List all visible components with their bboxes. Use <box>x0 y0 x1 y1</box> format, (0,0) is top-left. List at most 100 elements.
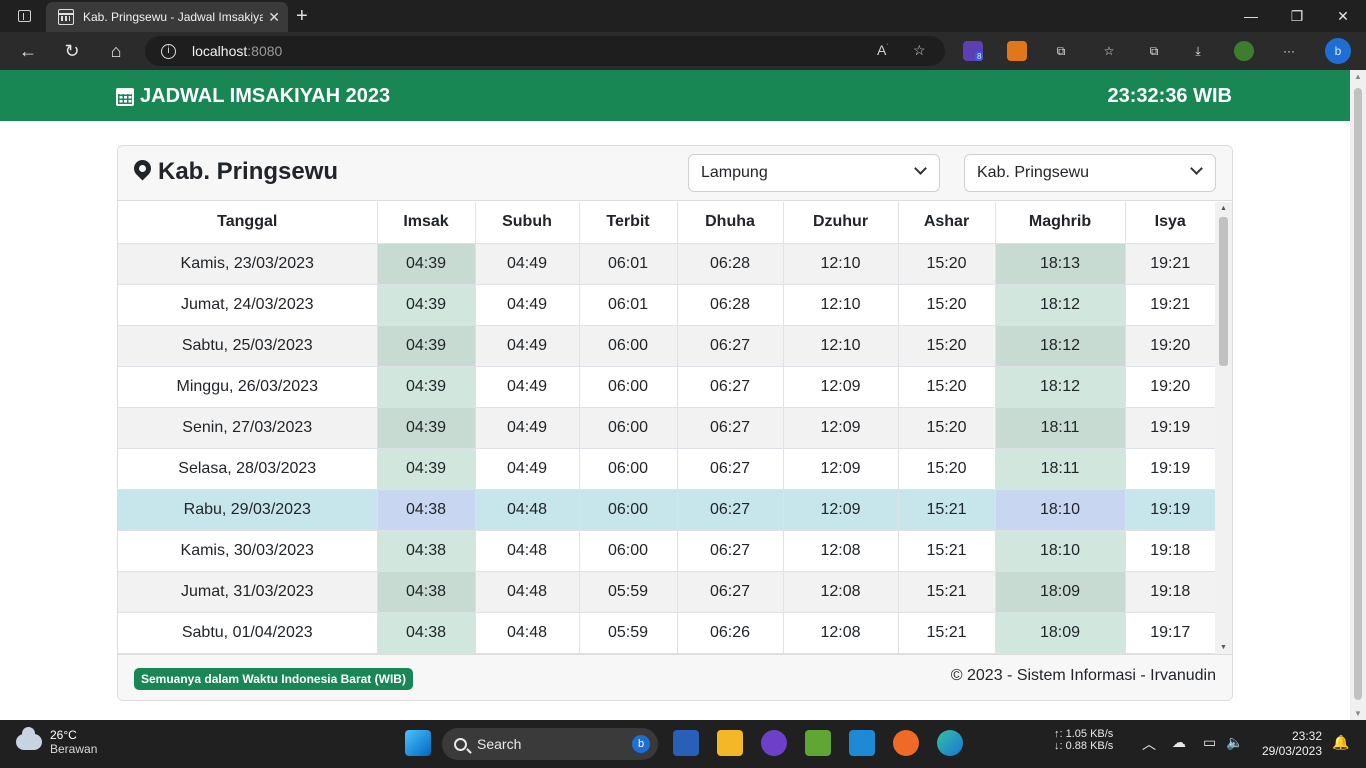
restore-icon[interactable]: ❐ <box>1274 0 1320 32</box>
table-row: Rabu, 29/03/2023 04:38 04:48 06:00 06:27 12:0… <box>118 489 1215 531</box>
store-icon[interactable] <box>673 730 699 756</box>
extensions-icon[interactable]: ⧉ <box>1051 41 1071 61</box>
table-body: Kamis, 23/03/2023 04:39 04:49 06:01 06:28 12:… <box>118 243 1215 654</box>
column-header: Maghrib <box>995 202 1126 244</box>
start-icon[interactable] <box>405 730 431 756</box>
table-cell: 06:28 <box>677 284 784 326</box>
taskbar: 26°C Berawan Search b ↑: 1.05 KB/s ↓: 0.… <box>0 720 1366 768</box>
close-tab-icon[interactable]: ✕ <box>268 9 280 26</box>
onedrive-icon[interactable]: ☁ <box>1172 734 1186 751</box>
network-icon[interactable]: ▭ <box>1203 734 1216 751</box>
table-cell: 15:21 <box>898 571 996 613</box>
page-scrollbar[interactable]: ▲ ▼ <box>1350 70 1366 720</box>
card-footer: Semuanya dalam Waktu Indonesia Barat (WI… <box>118 654 1232 700</box>
bing-chat-icon[interactable]: b <box>1325 38 1351 64</box>
column-header: Ashar <box>898 202 996 244</box>
system-clock[interactable]: 23:32 29/03/2023 <box>1262 729 1322 759</box>
scroll-up-icon[interactable]: ▲ <box>1220 205 1227 212</box>
brand[interactable]: JADWAL IMSAKIYAH 2023 <box>116 85 390 108</box>
table-cell: 12:08 <box>783 612 899 654</box>
more-menu-icon[interactable]: ··· <box>1279 41 1299 61</box>
card-header: Kab. Pringsewu Lampung Kab. Pringsewu <box>118 146 1232 201</box>
url-port: :8080 <box>247 43 283 59</box>
weather-widget[interactable]: 26°C Berawan <box>16 727 98 756</box>
extension-badge: 8 <box>975 52 984 61</box>
weather-desc: Berawan <box>50 742 98 756</box>
table-cell: 05:59 <box>579 612 678 654</box>
system-date: 29/03/2023 <box>1261 744 1322 758</box>
show-hidden-icons-icon[interactable]: ︿ <box>1142 734 1156 754</box>
province-select[interactable]: Lampung <box>688 154 940 192</box>
city-select[interactable]: Kab. Pringsewu <box>964 154 1216 192</box>
browser-tab[interactable]: Kab. Pringsewu - Jadwal Imsakiyah ✕ <box>46 2 288 32</box>
table-cell: 06:27 <box>677 530 784 572</box>
table-cell: Sabtu, 25/03/2023 <box>118 325 378 367</box>
edge-icon[interactable] <box>937 730 963 756</box>
table-cell: 18:11 <box>995 407 1126 449</box>
back-icon[interactable]: ← <box>15 39 41 63</box>
column-header: Dhuha <box>677 202 784 244</box>
tab-title: Kab. Pringsewu - Jadwal Imsakiyah <box>83 10 263 24</box>
read-aloud-icon[interactable]: Aʾ <box>877 42 889 58</box>
table-row: Selasa, 28/03/2023 04:39 04:49 06:00 06:27 12… <box>118 448 1215 490</box>
downloads-icon[interactable]: ⤓ <box>1188 41 1208 61</box>
metamask-icon[interactable] <box>1007 41 1027 61</box>
table-cell: 04:49 <box>475 448 580 490</box>
table-cell: 06:26 <box>677 612 784 654</box>
scroll-down-icon[interactable]: ▼ <box>1220 644 1227 651</box>
add-favorite-icon[interactable]: ☆ <box>913 42 926 59</box>
page-scroll-thumb[interactable] <box>1354 88 1362 700</box>
table-cell: 04:39 <box>377 448 476 490</box>
notifications-icon[interactable]: 🔔 <box>1332 734 1349 751</box>
table-cell: Rabu, 29/03/2023 <box>118 489 378 531</box>
table-cell: 06:27 <box>677 325 784 367</box>
table-cell: 12:08 <box>783 530 899 572</box>
volume-icon[interactable]: 🔈 <box>1226 734 1243 751</box>
new-tab-icon[interactable]: + <box>296 5 308 28</box>
notepad-plus-icon[interactable] <box>805 730 831 756</box>
app-title: JADWAL IMSAKIYAH 2023 <box>140 85 391 107</box>
table-cell: 04:39 <box>377 284 476 326</box>
url-field[interactable]: i localhost:8080 Aʾ ☆ <box>145 36 945 66</box>
table-cell: 15:20 <box>898 407 996 449</box>
collections-icon[interactable]: ⧉ <box>1144 41 1164 61</box>
nodejs-extension-icon[interactable] <box>1234 41 1254 61</box>
table-cell: 04:49 <box>475 325 580 367</box>
schedule-table-wrap[interactable]: Tanggal Imsak Subuh Terbit Dhuha Dzuhur Ashar M… <box>118 202 1215 654</box>
tab-actions-icon[interactable] <box>10 6 38 26</box>
location-title: Kab. Pringsewu <box>158 158 339 185</box>
table-cell: Kamis, 30/03/2023 <box>118 530 378 572</box>
table-cell: 19:19 <box>1125 448 1215 490</box>
site-info-icon[interactable]: i <box>161 43 176 59</box>
table-cell: 18:13 <box>995 243 1126 285</box>
postman-icon[interactable] <box>893 730 919 756</box>
window-close-icon[interactable]: ✕ <box>1320 0 1366 32</box>
table-cell: 06:01 <box>579 284 678 326</box>
home-icon[interactable]: ⌂ <box>103 39 129 63</box>
city-select-value: Kab. Pringsewu <box>977 164 1090 181</box>
refresh-icon[interactable]: ↻ <box>59 39 85 63</box>
table-scroll-thumb[interactable] <box>1219 217 1228 366</box>
chevron-down-icon <box>1190 162 1203 175</box>
system-time: 23:32 <box>1291 729 1322 743</box>
table-cell: 19:18 <box>1125 571 1215 613</box>
vscode-icon[interactable] <box>849 730 875 756</box>
page-scroll-down-icon[interactable]: ▼ <box>1354 709 1362 718</box>
page-scroll-up-icon[interactable]: ▲ <box>1354 72 1362 81</box>
table-cell: 18:11 <box>995 448 1126 490</box>
table-cell: 12:10 <box>783 243 899 285</box>
live-clock: 23:32:36 WIB <box>1107 85 1233 107</box>
file-explorer-icon[interactable] <box>717 730 743 756</box>
table-cell: 06:00 <box>579 448 678 490</box>
bing-icon: b <box>632 735 650 753</box>
extension-purple-icon[interactable]: 8 <box>963 41 984 61</box>
favorites-icon[interactable]: ☆ <box>1099 41 1119 61</box>
table-cell: 18:12 <box>995 366 1126 408</box>
table-cell: Selasa, 28/03/2023 <box>118 448 378 490</box>
taskbar-search[interactable]: Search b <box>442 728 658 760</box>
minimize-icon[interactable]: — <box>1228 0 1274 32</box>
table-cell: 18:12 <box>995 284 1126 326</box>
table-scrollbar[interactable]: ▲ ▼ <box>1215 202 1232 654</box>
github-desktop-icon[interactable] <box>761 730 787 756</box>
net-down: ↓: 0.88 KB/s <box>1054 740 1114 752</box>
